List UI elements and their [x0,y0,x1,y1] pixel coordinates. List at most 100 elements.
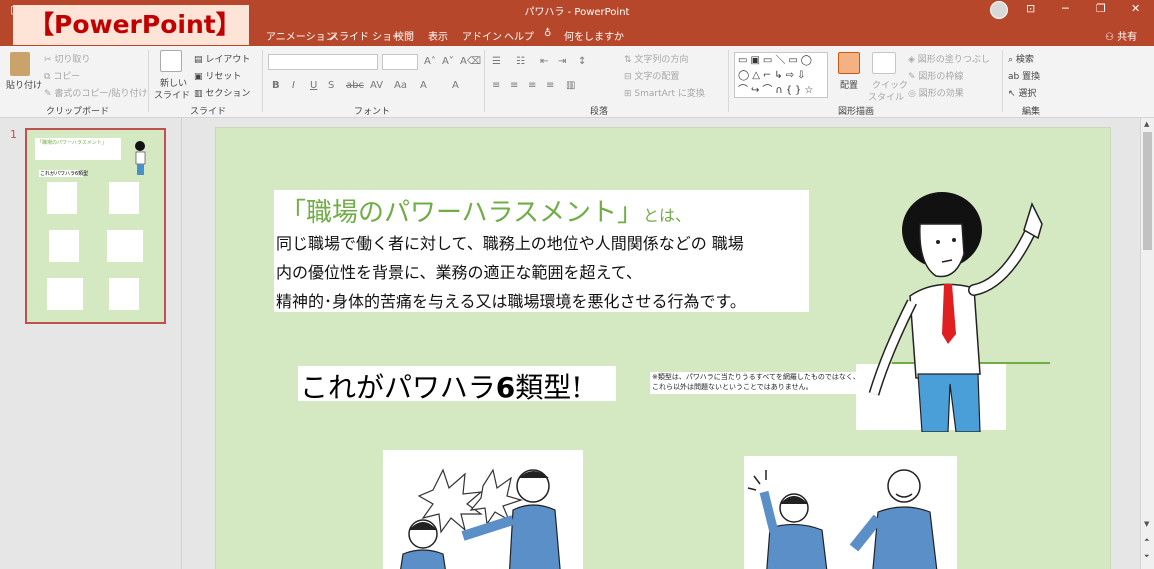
cut-button[interactable]: ✂ 切り取り [44,52,90,65]
shadow-icon[interactable]: S [328,80,334,91]
text-highlight-icon[interactable]: A [452,80,459,91]
italic-icon[interactable]: I [292,80,295,91]
tab-help[interactable]: ヘルプ [504,28,534,43]
tab-review[interactable]: 校閲 [394,28,414,43]
copy-icon: ⧉ [44,72,54,82]
tab-view[interactable]: 表示 [428,28,448,43]
next-slide-icon[interactable]: ⏷ [1144,552,1150,561]
font-name-combo[interactable] [268,54,378,70]
cursor-icon: ↖ [1008,89,1019,99]
justify-icon[interactable]: ≡ [546,80,554,91]
section-button[interactable]: ▥ セクション [194,86,250,99]
reset-icon: ▣ [194,72,206,82]
shape-outline-button[interactable]: ✎ 図形の枠線 [908,69,963,82]
text-direction-button[interactable]: ⇅ 文字列の方向 [624,52,688,65]
thumbnail-illustration [47,278,83,310]
powerpoint-overlay-label: 【PowerPoint】 [13,5,249,45]
layout-icon: ▤ [194,55,206,65]
ribbon-display-options-icon[interactable]: ⊡ [1026,2,1035,15]
spacing-icon[interactable]: AV [370,80,383,91]
slide-thumbnail-1[interactable]: 「職場のパワーハラスメント」 これがパワハラ6類型 [25,128,166,324]
quick-styles-label-2[interactable]: スタイル [868,90,904,103]
line-spacing-icon[interactable]: ↕ [578,56,586,67]
find-button[interactable]: ⌕ 検索 [1008,52,1034,65]
paste-icon[interactable] [10,52,30,76]
thumbnail-illustration [49,230,79,262]
tab-addins[interactable]: アドイン [462,28,502,43]
definition-line-2: 内の優位性を背景に、業務の適正な範囲を超えて、 [276,263,642,282]
arrange-icon[interactable] [838,52,860,74]
new-slide-icon[interactable] [160,50,182,72]
scroll-down-icon[interactable]: ▼ [1144,520,1149,528]
shape-fill-button[interactable]: ◈ 図形の塗りつぶし [908,52,990,65]
thumbnail-figure-icon [135,141,146,175]
quick-styles-icon[interactable] [872,52,896,74]
previous-slide-icon[interactable]: ⏶ [1144,536,1150,545]
divider [728,50,729,112]
six-types-text-box[interactable]: これがパワハラ6類型! [298,366,616,404]
user-avatar-icon[interactable] [990,1,1008,19]
replace-button[interactable]: ab 置換 [1008,69,1040,82]
slide[interactable]: 「職場のパワーハラスメント」とは、 同じ職場で働く者に対して、職務上の地位や人間… [215,127,1111,569]
minimize-icon[interactable]: ─ [1062,2,1069,15]
bold-icon[interactable]: B [272,80,280,91]
format-painter-button[interactable]: ✎ 書式のコピー/貼り付け [44,86,147,99]
font-color-icon[interactable]: A [420,80,427,91]
numbering-icon[interactable]: ☷ [516,56,525,67]
text-direction-icon: ⇅ [624,55,635,65]
pointing-man-illustration[interactable] [856,184,1056,432]
share-button[interactable]: ⚇ 共有 [1105,28,1137,43]
shape-effects-button[interactable]: ◎ 図形の効果 [908,86,964,99]
increase-font-icon[interactable]: A˄ [424,56,436,67]
drawing-group-label: 図形描画 [838,107,875,117]
change-case-icon[interactable]: Aa [394,80,407,91]
reset-button[interactable]: ▣ リセット [194,69,241,82]
scissors-icon: ✂ [44,55,55,65]
align-center-icon[interactable]: ≡ [510,80,518,91]
vertical-scrollbar[interactable]: ▲ ▼ ⏶ ⏷ [1140,118,1154,569]
paste-button[interactable]: 貼り付け [6,78,42,91]
pen-icon: ✎ [908,72,919,82]
divider [148,50,149,112]
paint-bucket-icon: ◈ [908,55,918,65]
slides-group-label: スライド [190,107,227,117]
select-button[interactable]: ↖ 選択 [1008,86,1036,99]
smartart-icon: ⊞ [624,89,635,99]
align-text-icon: ⊟ [624,72,635,82]
search-icon: ⌕ [1008,55,1016,65]
align-left-icon[interactable]: ≡ [492,80,500,91]
restore-icon[interactable]: ❐ [1096,2,1106,15]
scrollbar-thumb[interactable] [1143,132,1152,250]
bullets-icon[interactable]: ☰ [492,56,501,67]
strikethrough-icon[interactable]: abc [346,80,364,91]
tab-slideshow[interactable]: スライド ショー [329,28,402,43]
clear-format-icon[interactable]: A⌫ [460,56,481,67]
align-text-button[interactable]: ⊟ 文字の配置 [624,69,679,82]
close-icon[interactable]: ✕ [1131,2,1140,15]
scroll-up-icon[interactable]: ▲ [1144,120,1149,128]
columns-icon[interactable]: ▥ [566,80,575,91]
harassment-illustration-shouting[interactable] [383,450,583,569]
editing-group-label: 編集 [1022,107,1041,117]
underline-icon[interactable]: U [310,80,317,91]
thumbnail-illustration [109,182,139,214]
thumbnail-text-box: 「職場のパワーハラスメント」 [35,138,121,160]
decrease-font-icon[interactable]: A˅ [442,56,454,67]
arrange-button[interactable]: 配置 [840,78,858,91]
new-slide-label-2[interactable]: スライド [154,88,190,101]
smartart-button[interactable]: ⊞ SmartArt に変換 [624,86,705,99]
slide-thumbnail-panel: 1 「職場のパワーハラスメント」 これがパワハラ6類型 [0,118,182,569]
tell-me-search[interactable]: 何をしますか [564,28,624,43]
divider [484,50,485,112]
shapes-gallery[interactable]: ▭▣▭＼▭◯ ◯△⌐↳⇨⇩ ⌒↪⌒∩{}☆ [734,52,828,98]
align-right-icon[interactable]: ≡ [528,80,536,91]
increase-indent-icon[interactable]: ⇥ [558,56,566,67]
decrease-indent-icon[interactable]: ⇤ [540,56,548,67]
layout-button[interactable]: ▤ レイアウト [194,52,250,65]
tab-animations[interactable]: アニメーション [266,28,336,43]
harassment-illustration-violence[interactable] [744,456,957,569]
copy-button[interactable]: ⧉ コピー [44,69,80,82]
slide-canvas: 「職場のパワーハラスメント」とは、 同じ職場で働く者に対して、職務上の地位や人間… [182,118,1140,569]
font-size-combo[interactable] [382,54,418,70]
definition-text-box[interactable]: 「職場のパワーハラスメント」とは、 同じ職場で働く者に対して、職務上の地位や人間… [274,190,809,312]
